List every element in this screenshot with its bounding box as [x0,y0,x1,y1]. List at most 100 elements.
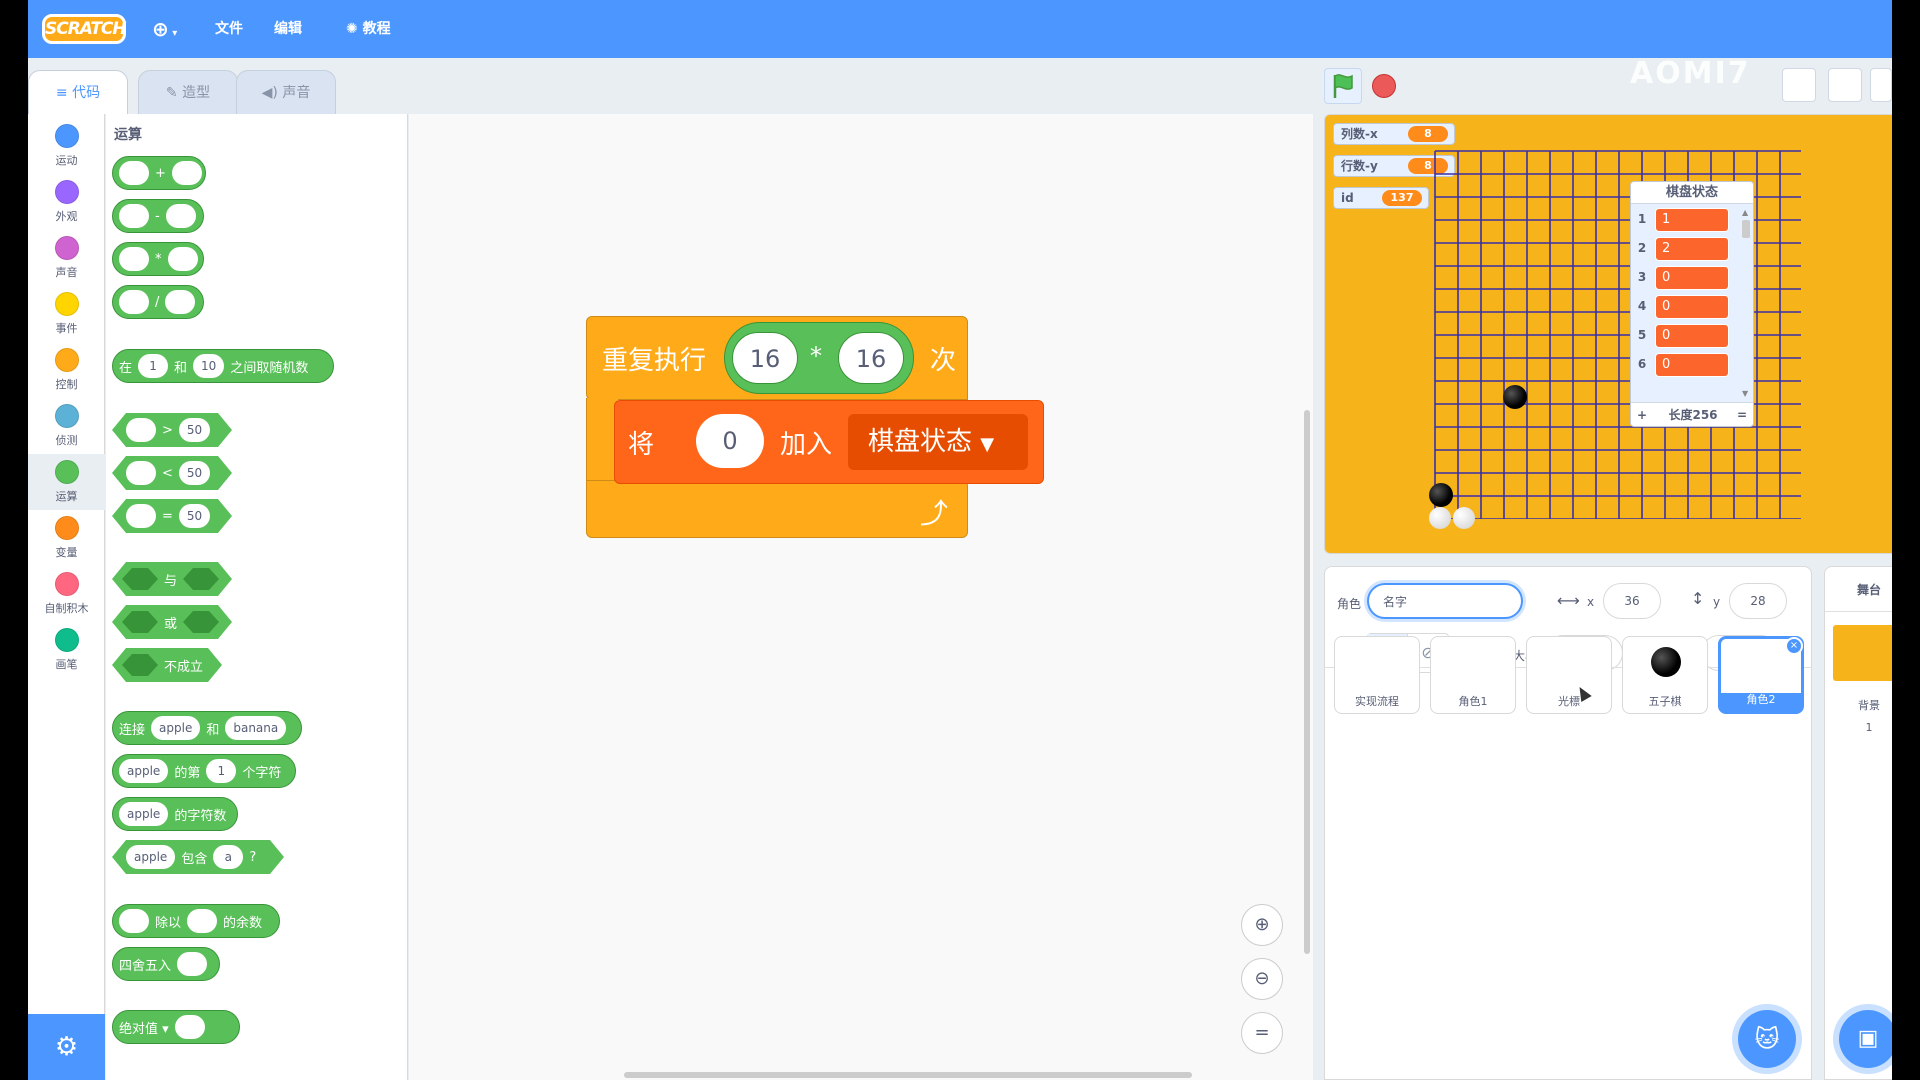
contains-text[interactable]: apple [126,845,175,869]
sprite-tile[interactable]: 五子棋 [1622,636,1708,714]
operand-a[interactable] [119,204,149,228]
scratch-logo[interactable]: SCRATCH [42,14,127,44]
greater-than-block[interactable]: >50 [112,413,232,447]
round-input[interactable] [177,952,208,976]
operand-b[interactable] [165,290,196,314]
list-item-value[interactable]: 1 [1655,208,1729,232]
compare-b[interactable]: 50 [179,418,210,442]
add-value-input[interactable]: 0 [696,414,764,468]
tab-sounds[interactable]: ◀) 声音 [236,70,336,114]
operand-b[interactable] [165,204,196,228]
compare-a[interactable] [126,461,156,485]
stop-button[interactable] [1372,74,1396,98]
mod-block[interactable]: 除以 的余数 [112,904,280,938]
large-stage-button[interactable] [1828,68,1862,102]
language-menu[interactable]: ⊕ ▾ [152,0,177,58]
y-input[interactable]: 28 [1729,583,1787,619]
math-op-input[interactable] [174,1015,205,1039]
length-of-block[interactable]: apple 的字符数 [112,797,238,831]
add-block[interactable]: + [112,156,206,190]
category-0[interactable]: 运动 [28,118,105,174]
list-item-value[interactable]: 0 [1655,353,1729,377]
small-stage-button[interactable] [1782,68,1816,102]
list-add-button[interactable]: + [1637,403,1647,426]
math-op-dropdown[interactable]: 绝对值 ▾ [119,1018,169,1037]
operand-a[interactable] [119,247,149,271]
letter-index[interactable]: 1 [206,759,237,783]
list-item-value[interactable]: 0 [1655,324,1729,348]
workspace-vertical-scrollbar[interactable] [1304,410,1310,954]
category-3[interactable]: 事件 [28,286,105,342]
compare-b[interactable]: 50 [179,461,210,485]
zoom-out-button[interactable]: ⊖ [1241,958,1283,1000]
list-resize-handle[interactable]: = [1737,403,1747,426]
category-1[interactable]: 外观 [28,174,105,230]
repeat-operand-a[interactable]: 16 [732,332,798,384]
list-item-value[interactable]: 2 [1655,237,1729,261]
contains-block[interactable]: apple 包含 a ? [112,840,284,874]
bool-a[interactable] [122,568,158,590]
contains-sub[interactable]: a [213,845,243,869]
category-8[interactable]: 自制积木 [28,566,105,622]
subtract-block[interactable]: - [112,199,204,233]
sprite-name-input[interactable]: 名字 [1367,583,1523,619]
join-b[interactable]: banana [225,716,287,740]
random-to[interactable]: 10 [193,354,225,378]
letter-text[interactable]: apple [119,759,169,783]
list-item-value[interactable]: 0 [1655,266,1729,290]
compare-b[interactable]: 50 [179,504,210,528]
zoom-in-button[interactable]: ⊕ [1241,904,1283,946]
tab-costumes[interactable]: ✎ 造型 [138,70,238,114]
tab-code[interactable]: ≡ 代码 [28,70,128,114]
sprite-tile[interactable]: 实现流程 [1334,636,1420,714]
list-item-value[interactable]: 0 [1655,295,1729,319]
stage-canvas[interactable]: 列数-x 8 行数-y 8 id 137 棋盘状态 112230405060 ▲… [1324,114,1892,554]
divide-block[interactable]: / [112,285,204,319]
round-block[interactable]: 四舍五入 [112,947,220,981]
bool-a[interactable] [122,654,158,676]
workspace-horizontal-scrollbar[interactable] [624,1072,1192,1078]
category-2[interactable]: 声音 [28,230,105,286]
join-a[interactable]: apple [151,716,201,740]
list-monitor[interactable]: 棋盘状态 112230405060 ▲ ▼ + 长度256 = [1630,181,1754,427]
equals-block[interactable]: = 50 [112,499,232,533]
category-9[interactable]: 画笔 [28,622,105,678]
or-block[interactable]: 或 [112,605,232,639]
zoom-reset-button[interactable]: = [1241,1012,1283,1054]
green-flag-button[interactable] [1324,68,1362,104]
operand-b[interactable] [167,247,198,271]
sprite-tile-selected[interactable]: 角色2 × [1718,636,1804,714]
sprite-tile[interactable]: 角色1 [1430,636,1516,714]
random-block[interactable]: 在 1 和 10 之间取随机数 [112,349,334,383]
length-text[interactable]: apple [119,802,169,826]
math-op-block[interactable]: 绝对值 ▾ [112,1010,240,1044]
operand-a[interactable] [119,161,149,185]
add-sprite-button[interactable]: 🐱 [1738,1010,1796,1068]
variable-monitor-cols[interactable]: 列数-x 8 [1333,123,1455,145]
bool-b[interactable] [183,568,219,590]
and-block[interactable]: 与 [112,562,232,596]
mod-a[interactable] [119,909,149,933]
operand-a[interactable] [119,290,149,314]
list-dropdown[interactable]: 棋盘状态 ▼ [848,414,1028,470]
category-6[interactable]: 运算 [28,454,105,510]
letter-of-block[interactable]: apple 的第 1 个字符 [112,754,296,788]
stage-selector[interactable]: 舞台 背景 1 [1824,566,1892,1080]
random-from[interactable]: 1 [138,354,169,378]
variable-monitor-id[interactable]: id 137 [1333,187,1429,209]
category-7[interactable]: 变量 [28,510,105,566]
add-backdrop-button[interactable]: ▣ [1839,1010,1892,1068]
list-scrollbar[interactable]: ▲ ▼ [1741,208,1751,398]
code-workspace[interactable] [409,114,1313,1080]
bool-a[interactable] [122,611,158,633]
delete-sprite-button[interactable]: × [1785,637,1803,655]
file-menu[interactable]: 文件 [215,0,243,58]
operand-b[interactable] [171,161,202,185]
compare-a[interactable] [126,418,156,442]
edit-menu[interactable]: 编辑 [274,0,302,58]
bool-b[interactable] [183,611,219,633]
sprite-tile[interactable]: 光標 [1526,636,1612,714]
mod-b[interactable] [187,909,218,933]
multiply-block[interactable]: * [112,242,204,276]
fullscreen-button[interactable] [1870,68,1892,102]
